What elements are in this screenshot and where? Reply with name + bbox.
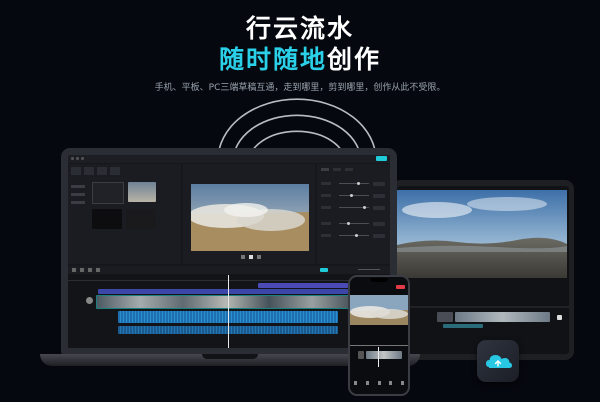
tool-icon[interactable] (354, 381, 357, 385)
prev-frame-icon[interactable] (241, 255, 245, 259)
tablet-clip[interactable] (437, 312, 453, 322)
export-button[interactable] (376, 156, 387, 161)
redo-icon[interactable] (88, 268, 92, 272)
inspector-tab[interactable] (321, 168, 329, 171)
media-tab[interactable] (110, 167, 120, 175)
track-cover-icon[interactable] (86, 297, 93, 304)
media-tab[interactable] (97, 167, 107, 175)
inspector-slider-knob[interactable] (347, 222, 350, 225)
inspector-label (321, 222, 331, 225)
tablet-clip[interactable] (443, 324, 483, 328)
phone-device (348, 275, 410, 396)
tool-icon[interactable] (389, 381, 393, 385)
inspector-slider[interactable] (339, 235, 369, 236)
tablet-divider (397, 306, 569, 308)
timeline-ruler (68, 275, 390, 281)
laptop-notch (202, 354, 258, 359)
phone-playhead[interactable] (378, 347, 379, 367)
inspector-slider[interactable] (339, 183, 369, 184)
app-titlebar (68, 155, 390, 163)
inspector-slider-knob[interactable] (357, 182, 360, 185)
import-button[interactable] (92, 182, 124, 204)
inspector-panel (317, 164, 390, 264)
split-icon[interactable] (96, 268, 100, 272)
inspector-value[interactable] (373, 222, 385, 226)
inspector-slider[interactable] (339, 195, 369, 196)
window-maximize-icon[interactable] (81, 157, 84, 160)
laptop-screen (68, 155, 390, 348)
export-button[interactable] (396, 285, 405, 289)
window-minimize-icon[interactable] (76, 157, 79, 160)
phone-notch (370, 278, 388, 282)
inspector-label (321, 182, 331, 185)
inspector-value[interactable] (373, 194, 385, 198)
media-panel (68, 164, 181, 264)
inspector-value[interactable] (373, 234, 385, 238)
tablet-clip[interactable] (455, 312, 550, 322)
effect-clip[interactable] (98, 289, 348, 294)
play-icon[interactable] (249, 255, 253, 259)
text-clip[interactable] (258, 283, 348, 288)
inspector-slider[interactable] (339, 223, 369, 224)
zoom-slider[interactable] (358, 269, 380, 270)
player-preview (191, 184, 309, 251)
inspector-value[interactable] (373, 206, 385, 210)
playhead[interactable] (228, 275, 229, 348)
phone-clip[interactable] (366, 351, 402, 359)
phone-preview (350, 295, 408, 325)
inspector-slider-knob[interactable] (355, 234, 358, 237)
next-frame-icon[interactable] (257, 255, 261, 259)
phone-toolbar (354, 381, 404, 385)
inspector-slider-knob[interactable] (350, 194, 353, 197)
cloud-sync-badge (477, 340, 519, 382)
timeline-toolbar (68, 266, 390, 274)
inspector-label (321, 194, 331, 197)
inspector-value[interactable] (373, 182, 385, 186)
inspector-slider-knob[interactable] (363, 206, 366, 209)
media-thumbnail[interactable] (128, 182, 156, 202)
tablet-device (392, 180, 574, 360)
media-tab[interactable] (84, 167, 94, 175)
phone-divider (350, 345, 408, 346)
select-tool-icon[interactable] (72, 268, 76, 272)
tablet-screen (397, 186, 569, 354)
player-panel (183, 164, 315, 264)
video-clip[interactable] (96, 295, 356, 309)
media-thumbnail[interactable] (126, 209, 156, 229)
media-sidebar (69, 180, 87, 240)
inspector-tab[interactable] (345, 168, 353, 171)
timeline-panel (68, 266, 390, 348)
snap-toggle[interactable] (320, 268, 328, 272)
inspector-label (321, 234, 331, 237)
inspector-label (321, 206, 331, 209)
tool-icon[interactable] (365, 381, 369, 385)
undo-icon[interactable] (80, 268, 84, 272)
cloud-icon (486, 355, 512, 368)
add-clip-button[interactable] (557, 315, 562, 320)
phone-clip[interactable] (358, 351, 364, 359)
tablet-preview (397, 190, 567, 278)
tool-icon[interactable] (377, 381, 381, 385)
window-close-icon[interactable] (71, 157, 74, 160)
media-thumbnail[interactable] (92, 209, 122, 229)
inspector-tab[interactable] (333, 168, 341, 171)
tool-icon[interactable] (401, 381, 404, 385)
laptop-device (61, 148, 397, 354)
media-tab[interactable] (71, 167, 81, 175)
